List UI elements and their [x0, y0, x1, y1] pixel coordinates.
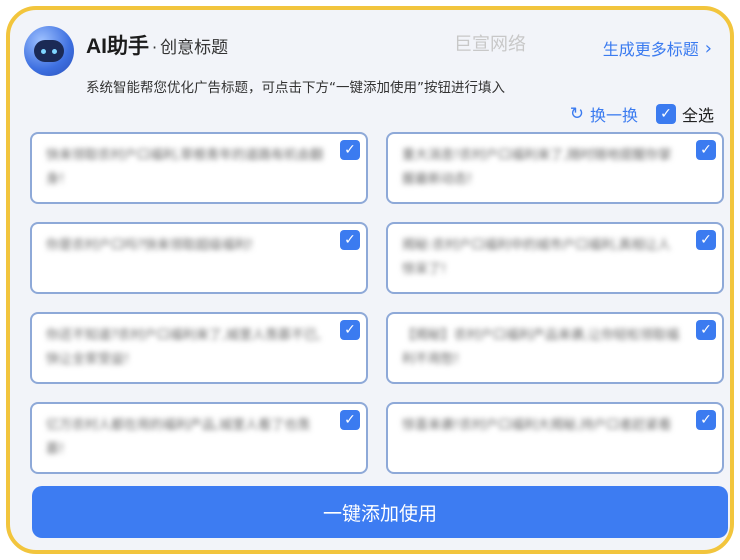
panel-subtitle: 系统智能帮您优化广告标题，可点击下方“一键添加使用”按钮进行填入	[86, 80, 505, 96]
title-card-text: 惊喜来袭!农村户口福利大揭秘,持户口者赶紧看	[402, 418, 672, 433]
title-card[interactable]: 你是农村户口吗?快来领取超级福利! ✓	[30, 222, 368, 294]
title-separator: ·	[152, 38, 158, 57]
refresh-icon: ↻	[569, 104, 584, 124]
title-card[interactable]: 快来领取农村户口福利,草根青年的道路有机会翻身! ✓	[30, 132, 368, 204]
title-card-text: 你还不知道?农村户口福利来了,城里人羡慕不已,快让全家受益!	[46, 328, 322, 367]
title-card[interactable]: 重大消息!农村户口福利来了,随时随地提醒你掌握最新动态! ✓	[386, 132, 724, 204]
add-and-use-button[interactable]: 一键添加使用	[32, 486, 728, 538]
panel-title: AI助手 · 创意标题	[86, 30, 228, 60]
title-card-text: 你是农村户口吗?快来领取超级福利!	[46, 238, 254, 253]
generate-more-link[interactable]: 生成更多标题 ›	[603, 36, 712, 60]
check-icon[interactable]: ✓	[696, 410, 716, 430]
refresh-label: 换一换	[589, 106, 638, 125]
chevron-right-icon: ›	[704, 37, 712, 59]
check-icon[interactable]: ✓	[696, 230, 716, 250]
title-card-text: 快来领取农村户口福利,草根青年的道路有机会翻身!	[46, 148, 324, 187]
check-icon[interactable]: ✓	[340, 410, 360, 430]
panel-header: AI助手 · 创意标题 巨宣网络 生成更多标题 › 系统智能帮您优化广告标题，可…	[24, 24, 716, 96]
title-card[interactable]: 你还不知道?农村户口福利来了,城里人羡慕不已,快让全家受益! ✓	[30, 312, 368, 384]
watermark: 巨宣网络	[454, 34, 526, 55]
title-main: AI助手	[86, 35, 149, 58]
title-card[interactable]: 【揭秘】农村户口福利产品来袭,让你轻松领取福利不用愁! ✓	[386, 312, 724, 384]
check-icon[interactable]: ✓	[655, 104, 676, 124]
title-card-text: 揭秘:农村户口福利中的城市户口福利,真相让人惊呆了!	[402, 238, 671, 277]
robot-avatar-icon	[24, 26, 74, 76]
select-all-label: 全选	[681, 106, 714, 125]
check-icon[interactable]: ✓	[340, 320, 360, 340]
check-icon[interactable]: ✓	[696, 140, 716, 160]
title-card-text: 亿万农村人都在用的福利产品,城里人看了也羡慕!	[46, 418, 311, 457]
refresh-button[interactable]: ↻ 换一换	[570, 102, 638, 126]
select-all-toggle[interactable]: ✓ 全选	[655, 102, 714, 126]
generate-more-label: 生成更多标题	[602, 40, 699, 59]
title-card[interactable]: 亿万农村人都在用的福利产品,城里人看了也羡慕! ✓	[30, 402, 368, 474]
title-card[interactable]: 惊喜来袭!农村户口福利大揭秘,持户口者赶紧看 ✓	[386, 402, 724, 474]
actions-bar: ↻ 换一换 ✓ 全选	[570, 102, 714, 126]
check-icon[interactable]: ✓	[696, 320, 716, 340]
title-card[interactable]: 揭秘:农村户口福利中的城市户口福利,真相让人惊呆了! ✓	[386, 222, 724, 294]
title-sub: 创意标题	[160, 38, 229, 58]
title-card-text: 【揭秘】农村户口福利产品来袭,让你轻松领取福利不用愁!	[402, 328, 680, 367]
check-icon[interactable]: ✓	[340, 140, 360, 160]
title-card-text: 重大消息!农村户口福利来了,随时随地提醒你掌握最新动态!	[402, 148, 672, 187]
ai-assistant-panel: AI助手 · 创意标题 巨宣网络 生成更多标题 › 系统智能帮您优化广告标题，可…	[6, 6, 734, 554]
check-icon[interactable]: ✓	[340, 230, 360, 250]
